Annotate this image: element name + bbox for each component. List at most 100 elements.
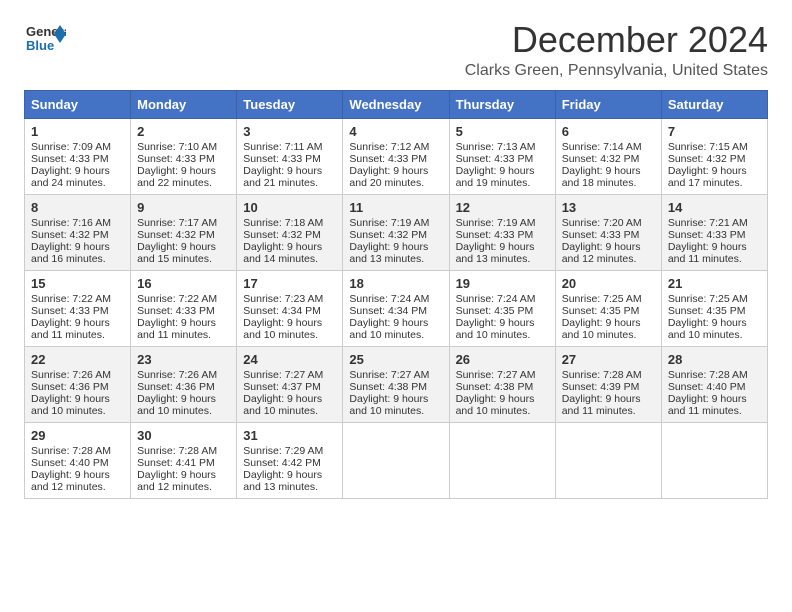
day-number: 10 [243,200,336,215]
sunrise-text: Sunrise: 7:27 AM [456,369,536,381]
sunrise-text: Sunrise: 7:14 AM [562,141,642,153]
sunrise-text: Sunrise: 7:21 AM [668,217,748,229]
calendar-header-row: SundayMondayTuesdayWednesdayThursdayFrid… [25,90,768,118]
day-number: 7 [668,124,761,139]
day-cell-26: 26 Sunrise: 7:27 AM Sunset: 4:38 PM Dayl… [449,346,555,422]
sunset-text: Sunset: 4:33 PM [456,153,534,165]
empty-cell [343,422,449,498]
day-cell-24: 24 Sunrise: 7:27 AM Sunset: 4:37 PM Dayl… [237,346,343,422]
daylight-text: Daylight: 9 hours and 10 minutes. [243,393,322,417]
sunrise-text: Sunrise: 7:19 AM [349,217,429,229]
sunset-text: Sunset: 4:39 PM [562,381,640,393]
empty-cell [449,422,555,498]
col-header-thursday: Thursday [449,90,555,118]
daylight-text: Daylight: 9 hours and 11 minutes. [31,317,110,341]
sunset-text: Sunset: 4:33 PM [562,229,640,241]
sunset-text: Sunset: 4:41 PM [137,457,215,469]
sunset-text: Sunset: 4:33 PM [137,305,215,317]
day-cell-1: 1 Sunrise: 7:09 AM Sunset: 4:33 PM Dayli… [25,118,131,194]
daylight-text: Daylight: 9 hours and 15 minutes. [137,241,216,265]
sunrise-text: Sunrise: 7:13 AM [456,141,536,153]
day-cell-12: 12 Sunrise: 7:19 AM Sunset: 4:33 PM Dayl… [449,194,555,270]
day-number: 27 [562,352,655,367]
daylight-text: Daylight: 9 hours and 20 minutes. [349,165,428,189]
daylight-text: Daylight: 9 hours and 11 minutes. [668,241,747,265]
empty-cell [661,422,767,498]
day-number: 9 [137,200,230,215]
daylight-text: Daylight: 9 hours and 10 minutes. [349,393,428,417]
calendar-week-2: 8 Sunrise: 7:16 AM Sunset: 4:32 PM Dayli… [25,194,768,270]
day-cell-16: 16 Sunrise: 7:22 AM Sunset: 4:33 PM Dayl… [131,270,237,346]
sunset-text: Sunset: 4:35 PM [456,305,534,317]
day-cell-25: 25 Sunrise: 7:27 AM Sunset: 4:38 PM Dayl… [343,346,449,422]
day-number: 14 [668,200,761,215]
day-number: 22 [31,352,124,367]
daylight-text: Daylight: 9 hours and 16 minutes. [31,241,110,265]
day-number: 31 [243,428,336,443]
day-number: 18 [349,276,442,291]
col-header-monday: Monday [131,90,237,118]
sunrise-text: Sunrise: 7:22 AM [31,293,111,305]
day-number: 20 [562,276,655,291]
month-title: December 2024 [465,20,768,60]
daylight-text: Daylight: 9 hours and 13 minutes. [243,469,322,493]
day-cell-4: 4 Sunrise: 7:12 AM Sunset: 4:33 PM Dayli… [343,118,449,194]
daylight-text: Daylight: 9 hours and 12 minutes. [31,469,110,493]
sunrise-text: Sunrise: 7:25 AM [562,293,642,305]
day-number: 30 [137,428,230,443]
day-number: 15 [31,276,124,291]
day-number: 2 [137,124,230,139]
sunset-text: Sunset: 4:33 PM [668,229,746,241]
daylight-text: Daylight: 9 hours and 12 minutes. [137,469,216,493]
day-cell-5: 5 Sunrise: 7:13 AM Sunset: 4:33 PM Dayli… [449,118,555,194]
sunset-text: Sunset: 4:36 PM [31,381,109,393]
day-cell-3: 3 Sunrise: 7:11 AM Sunset: 4:33 PM Dayli… [237,118,343,194]
day-cell-29: 29 Sunrise: 7:28 AM Sunset: 4:40 PM Dayl… [25,422,131,498]
logo-svg: General Blue [24,20,66,62]
sunset-text: Sunset: 4:33 PM [31,305,109,317]
sunset-text: Sunset: 4:35 PM [668,305,746,317]
day-number: 8 [31,200,124,215]
day-number: 19 [456,276,549,291]
day-number: 13 [562,200,655,215]
daylight-text: Daylight: 9 hours and 14 minutes. [243,241,322,265]
day-cell-13: 13 Sunrise: 7:20 AM Sunset: 4:33 PM Dayl… [555,194,661,270]
day-cell-15: 15 Sunrise: 7:22 AM Sunset: 4:33 PM Dayl… [25,270,131,346]
daylight-text: Daylight: 9 hours and 19 minutes. [456,165,535,189]
day-number: 29 [31,428,124,443]
sunset-text: Sunset: 4:32 PM [562,153,640,165]
day-cell-27: 27 Sunrise: 7:28 AM Sunset: 4:39 PM Dayl… [555,346,661,422]
day-number: 24 [243,352,336,367]
sunset-text: Sunset: 4:36 PM [137,381,215,393]
sunset-text: Sunset: 4:34 PM [349,305,427,317]
location: Clarks Green, Pennsylvania, United State… [465,62,768,80]
sunrise-text: Sunrise: 7:23 AM [243,293,323,305]
sunrise-text: Sunrise: 7:22 AM [137,293,217,305]
daylight-text: Daylight: 9 hours and 10 minutes. [243,317,322,341]
day-cell-21: 21 Sunrise: 7:25 AM Sunset: 4:35 PM Dayl… [661,270,767,346]
sunset-text: Sunset: 4:42 PM [243,457,321,469]
sunrise-text: Sunrise: 7:28 AM [668,369,748,381]
day-number: 11 [349,200,442,215]
daylight-text: Daylight: 9 hours and 24 minutes. [31,165,110,189]
day-cell-31: 31 Sunrise: 7:29 AM Sunset: 4:42 PM Dayl… [237,422,343,498]
sunset-text: Sunset: 4:33 PM [137,153,215,165]
day-cell-2: 2 Sunrise: 7:10 AM Sunset: 4:33 PM Dayli… [131,118,237,194]
col-header-wednesday: Wednesday [343,90,449,118]
sunset-text: Sunset: 4:32 PM [349,229,427,241]
daylight-text: Daylight: 9 hours and 11 minutes. [562,393,641,417]
daylight-text: Daylight: 9 hours and 10 minutes. [562,317,641,341]
day-cell-20: 20 Sunrise: 7:25 AM Sunset: 4:35 PM Dayl… [555,270,661,346]
col-header-friday: Friday [555,90,661,118]
day-number: 5 [456,124,549,139]
sunrise-text: Sunrise: 7:24 AM [349,293,429,305]
day-cell-11: 11 Sunrise: 7:19 AM Sunset: 4:32 PM Dayl… [343,194,449,270]
daylight-text: Daylight: 9 hours and 10 minutes. [349,317,428,341]
day-cell-14: 14 Sunrise: 7:21 AM Sunset: 4:33 PM Dayl… [661,194,767,270]
logo: General Blue [24,20,66,62]
day-cell-30: 30 Sunrise: 7:28 AM Sunset: 4:41 PM Dayl… [131,422,237,498]
daylight-text: Daylight: 9 hours and 11 minutes. [137,317,216,341]
title-block: December 2024 Clarks Green, Pennsylvania… [465,20,768,80]
daylight-text: Daylight: 9 hours and 18 minutes. [562,165,641,189]
day-number: 17 [243,276,336,291]
